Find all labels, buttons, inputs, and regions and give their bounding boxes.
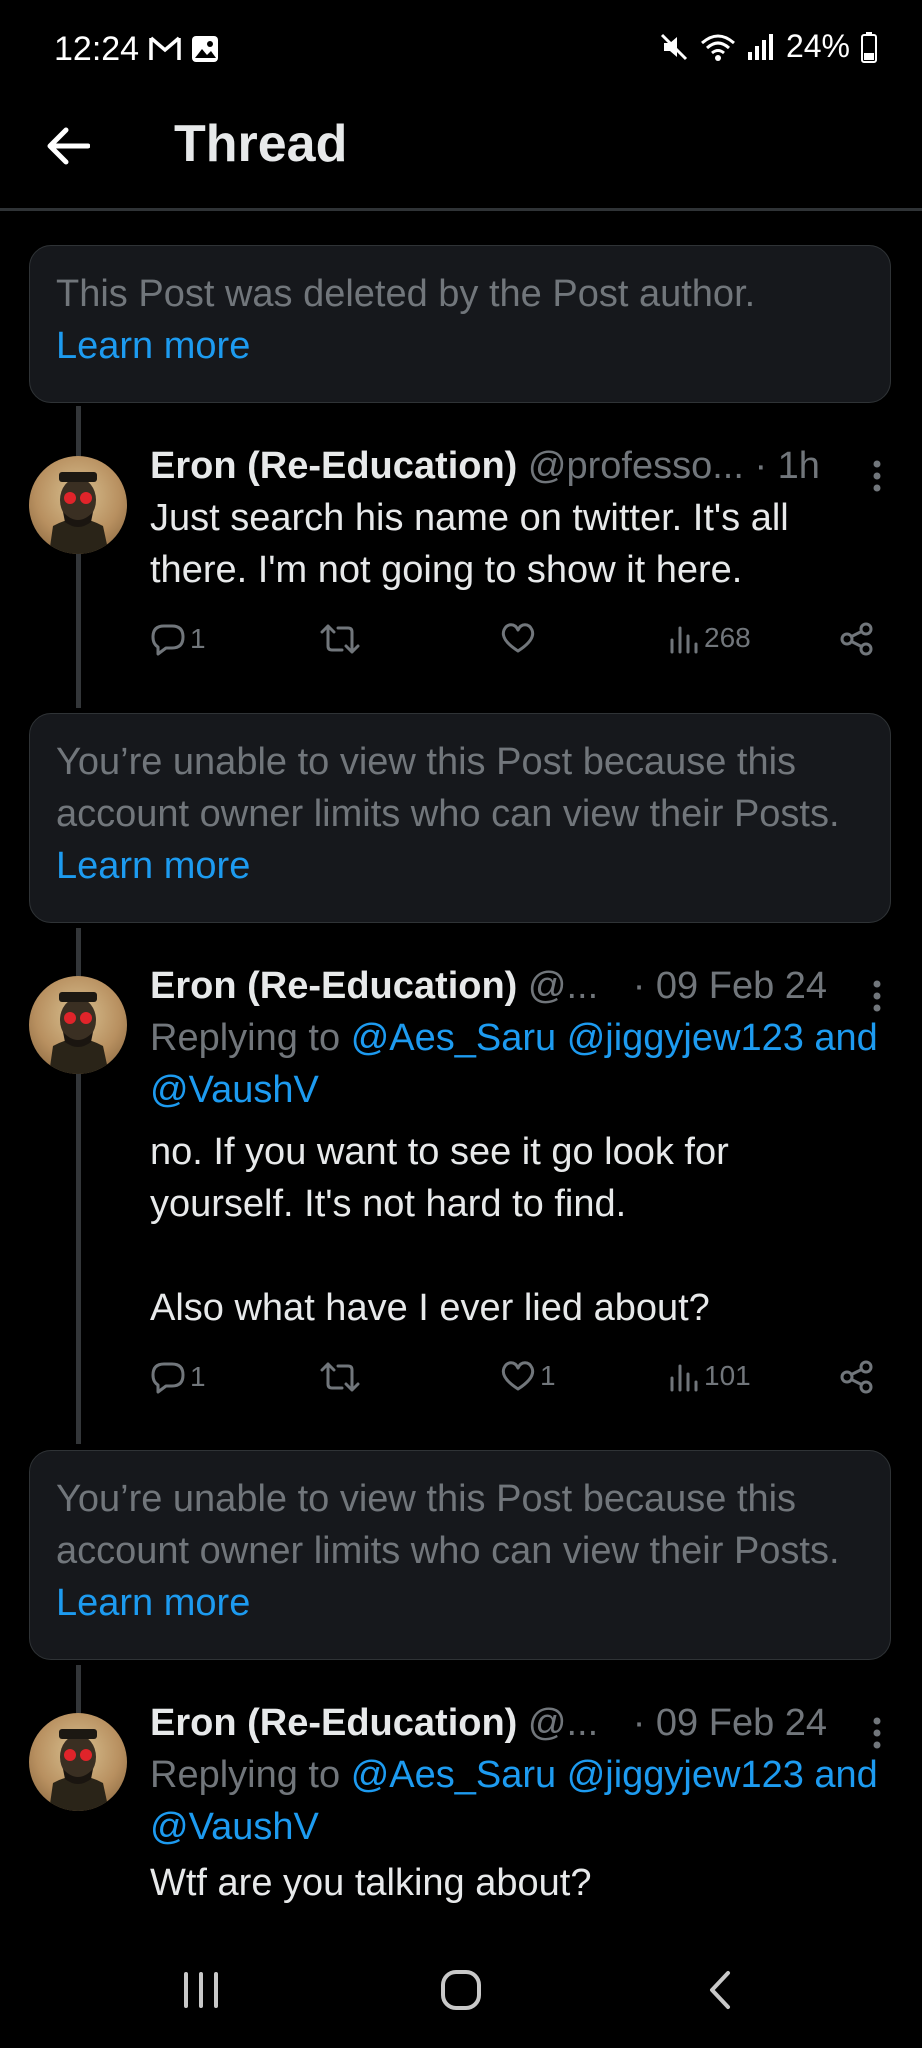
- share-button[interactable]: [840, 622, 874, 656]
- image-icon: [192, 36, 218, 62]
- post[interactable]: Eron (Re-Education) @... · 09 Feb 24 Rep…: [0, 960, 922, 1410]
- reply-button[interactable]: 1: [150, 1360, 206, 1394]
- like-button[interactable]: 1: [500, 1360, 556, 1392]
- notice-text: You’re unable to view this Post because …: [56, 741, 840, 835]
- replying-to: Replying to @Aes_Saru @jiggyjew123 and @…: [150, 1754, 878, 1848]
- more-vertical-icon[interactable]: [872, 460, 882, 492]
- deleted-post-notice: This Post was deleted by the Post author…: [29, 245, 891, 403]
- wifi-icon: [700, 34, 735, 61]
- restricted-post-notice: You’re unable to view this Post because …: [29, 1450, 891, 1660]
- learn-more-link[interactable]: Learn more: [56, 1582, 250, 1624]
- post-time[interactable]: · 09 Feb 24: [633, 965, 827, 1007]
- more-vertical-icon[interactable]: [872, 980, 882, 1012]
- home-icon[interactable]: [440, 1970, 482, 2010]
- repost-button[interactable]: [320, 1360, 364, 1394]
- replying-to: Replying to @Aes_Saru @jiggyjew123 and @…: [150, 1017, 878, 1111]
- reply-icon: [151, 1362, 185, 1394]
- battery-percent: 24%: [785, 28, 850, 64]
- reply-icon: [151, 624, 185, 656]
- avatar-image: [49, 472, 109, 554]
- author-name[interactable]: Eron (Re-Education): [150, 445, 517, 487]
- mute-icon: [660, 33, 688, 60]
- post-time[interactable]: · 09 Feb 24: [633, 1702, 827, 1744]
- avatar[interactable]: [29, 976, 127, 1074]
- post-text: Just search his name on twitter. It's al…: [150, 497, 789, 591]
- repost-icon: [320, 1362, 360, 1392]
- views-icon: [670, 1364, 698, 1392]
- views-icon: [670, 626, 698, 654]
- author-handle[interactable]: @professo...: [528, 445, 744, 487]
- back-button[interactable]: [40, 118, 96, 174]
- gmail-icon: [149, 36, 181, 60]
- recent-apps-icon[interactable]: [180, 1970, 222, 2010]
- post-actions: 1 1 101: [150, 1360, 886, 1410]
- author-name[interactable]: Eron (Re-Education): [150, 965, 517, 1007]
- notice-text: You’re unable to view this Post because …: [56, 1478, 840, 1572]
- views-button[interactable]: 268: [668, 622, 751, 654]
- heart-icon: [501, 623, 535, 653]
- more-vertical-icon[interactable]: [872, 1717, 882, 1749]
- post[interactable]: Eron (Re-Education) @professo... · 1h Ju…: [0, 440, 922, 690]
- avatar[interactable]: [29, 1713, 127, 1811]
- author-handle[interactable]: @...: [528, 1702, 598, 1744]
- author-handle[interactable]: @...: [528, 965, 598, 1007]
- page-title: Thread: [174, 115, 348, 173]
- mention-link[interactable]: @VaushV: [150, 1806, 319, 1848]
- header: Thread: [0, 100, 922, 211]
- post-time[interactable]: · 1h: [754, 445, 819, 487]
- post-text: no. If you want to see it go look for yo…: [150, 1131, 729, 1329]
- header-divider: [0, 208, 922, 210]
- post-text: Wtf are you talking about?: [150, 1862, 592, 1904]
- post[interactable]: Eron (Re-Education) @... · 09 Feb 24 Rep…: [0, 1697, 922, 1917]
- heart-icon: [501, 1361, 535, 1391]
- status-bar: 12:24 24%: [0, 0, 922, 100]
- post-actions: 1 268: [150, 622, 886, 672]
- notice-text: This Post was deleted by the Post author…: [56, 273, 756, 315]
- arrow-left-icon: [47, 127, 90, 165]
- share-icon: [840, 622, 873, 656]
- share-icon: [840, 1360, 873, 1394]
- system-nav-bar: [0, 1930, 922, 2048]
- avatar-image: [49, 1729, 109, 1811]
- like-button[interactable]: [500, 622, 540, 654]
- author-name[interactable]: Eron (Re-Education): [150, 1702, 517, 1744]
- back-nav-icon[interactable]: [704, 1970, 736, 2010]
- repost-icon: [320, 624, 360, 654]
- learn-more-link[interactable]: Learn more: [56, 845, 250, 887]
- reply-button[interactable]: 1: [150, 622, 206, 656]
- signal-icon: [747, 33, 773, 60]
- avatar-image: [49, 992, 109, 1074]
- mention-links[interactable]: @Aes_Saru @jiggyjew123 and: [351, 1754, 878, 1796]
- views-button[interactable]: 101: [668, 1360, 751, 1392]
- repost-button[interactable]: [320, 622, 364, 656]
- share-button[interactable]: [840, 1360, 874, 1394]
- learn-more-link[interactable]: Learn more: [56, 325, 250, 367]
- restricted-post-notice: You’re unable to view this Post because …: [29, 713, 891, 923]
- avatar[interactable]: [29, 456, 127, 554]
- mention-links[interactable]: @Aes_Saru @jiggyjew123 and: [351, 1017, 878, 1059]
- status-time: 12:24: [54, 30, 140, 68]
- mention-link[interactable]: @VaushV: [150, 1069, 319, 1111]
- battery-icon: [861, 31, 877, 63]
